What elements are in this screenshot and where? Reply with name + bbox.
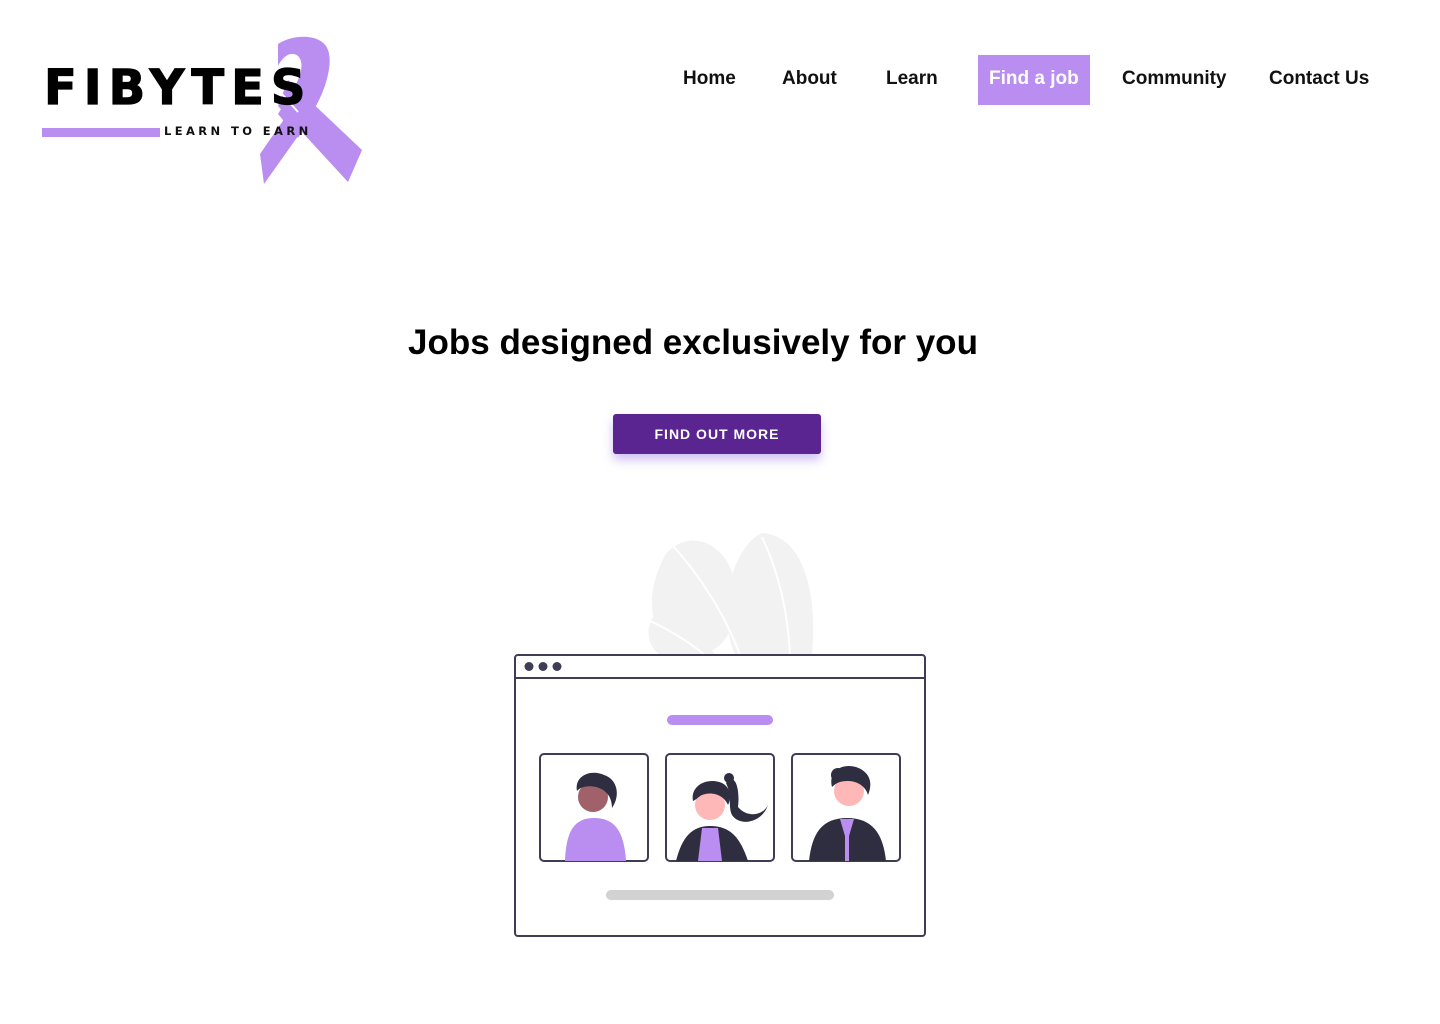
nav-item-learn[interactable]: Learn (886, 55, 938, 105)
nav-item-about[interactable]: About (782, 55, 837, 105)
nav-item-contact-us[interactable]: Contact Us (1269, 55, 1369, 105)
nav-item-home[interactable]: Home (683, 55, 736, 105)
nav-item-find-a-job[interactable]: Find a job (978, 55, 1090, 105)
main-nav: Home About Learn Find a job Community Co… (0, 55, 1440, 105)
profile-card-3 (791, 753, 901, 862)
nav-item-community[interactable]: Community (1122, 55, 1227, 105)
page-title: Jobs designed exclusively for you (408, 323, 978, 362)
brand-underline-bar (42, 128, 160, 137)
plant-leaves-icon (648, 533, 814, 656)
find-a-job-page: FIBYTES LEARN TO EARN Home About Learn F… (0, 0, 1440, 1024)
profile-card-1 (539, 753, 649, 862)
browser-window-team-icon (514, 533, 926, 937)
find-out-more-button[interactable]: FIND OUT MORE (613, 414, 821, 454)
brand-tagline: LEARN TO EARN (164, 124, 312, 138)
profile-card-2 (665, 753, 775, 862)
